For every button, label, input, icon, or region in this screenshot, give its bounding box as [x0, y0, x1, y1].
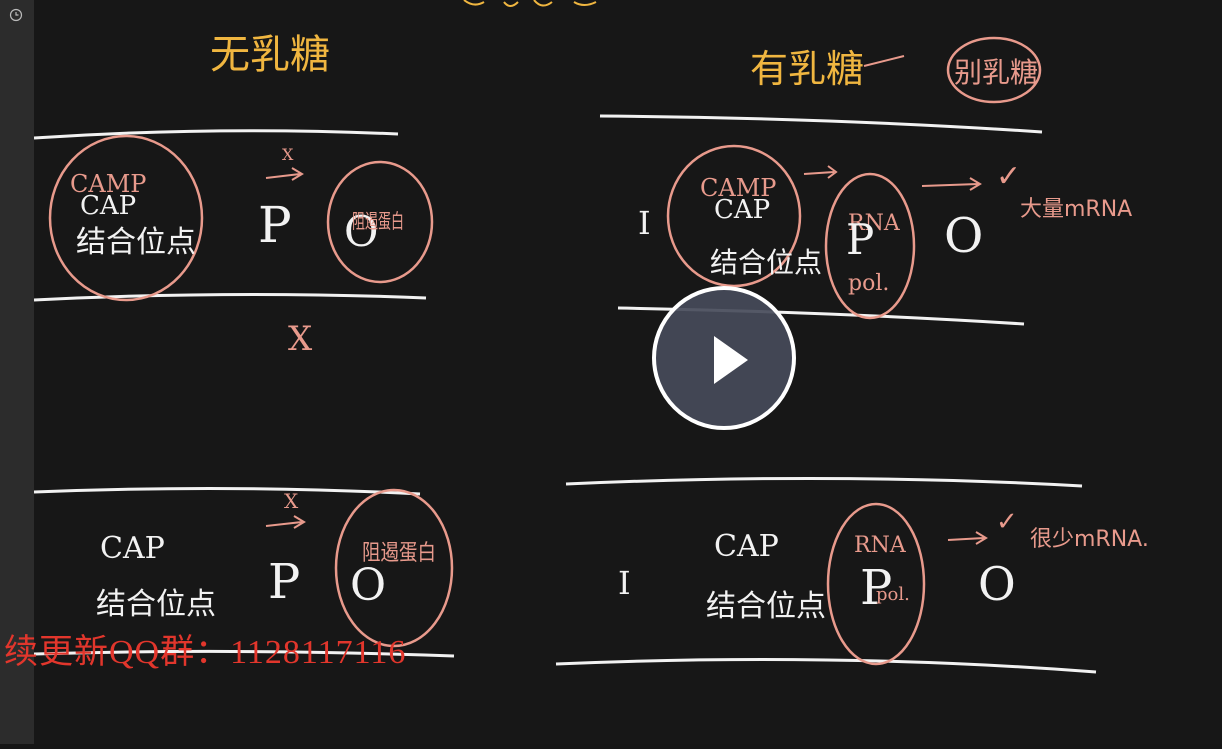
- operator-4: O: [978, 557, 1016, 611]
- gene-i-2: I: [618, 564, 631, 602]
- promoter-2: P: [846, 215, 874, 264]
- qq-group-watermark: 续更新QQ群：1128117116: [4, 634, 407, 671]
- binding-site-3: 结合位点: [96, 587, 216, 622]
- x-mark-1: X: [282, 145, 294, 164]
- check-mark-2: ✓: [996, 507, 1018, 537]
- promoter-3: P: [268, 554, 300, 610]
- binding-site-4: 结合位点: [706, 589, 826, 624]
- heading-lactose: 有乳糖: [750, 47, 864, 91]
- repressor-1: 阻遏蛋白: [352, 209, 404, 233]
- operator-3: O: [350, 560, 386, 611]
- heading-allolactose: 别乳糖: [954, 56, 1038, 89]
- cap-label-3: CAP: [100, 531, 165, 566]
- cap-label-2: CAP: [714, 195, 770, 225]
- promoter-1: P: [258, 196, 292, 254]
- repressor-2: 阻遏蛋白: [362, 541, 436, 566]
- little-mrna: 很少mRNA.: [1030, 527, 1149, 552]
- large-mrna: 大量mRNA: [1020, 197, 1132, 222]
- pol-2: pol.: [876, 584, 910, 605]
- operator-2: O: [944, 208, 983, 264]
- cap-label-4: CAP: [714, 529, 779, 564]
- binding-site-1: 结合位点: [76, 225, 196, 260]
- heading-no-lactose: 无乳糖: [210, 32, 330, 78]
- clock-icon[interactable]: [9, 8, 23, 22]
- binding-site-2: 结合位点: [710, 246, 822, 279]
- rna-2: RNA: [854, 533, 907, 558]
- play-icon: [714, 336, 748, 384]
- x-mark-2: X: [288, 319, 313, 359]
- cap-label-1: CAP: [80, 191, 136, 221]
- play-button[interactable]: [652, 286, 796, 430]
- pol-1: pol.: [848, 271, 889, 296]
- video-player[interactable]: 无乳糖 CAMP CAP 结合位点 X P O 阻遏蛋白 X 有乳糖 别乳糖 I…: [0, 0, 1222, 744]
- gene-i-1: I: [638, 204, 651, 242]
- check-mark-1: ✓: [996, 159, 1021, 194]
- x-mark-3: X: [284, 489, 299, 513]
